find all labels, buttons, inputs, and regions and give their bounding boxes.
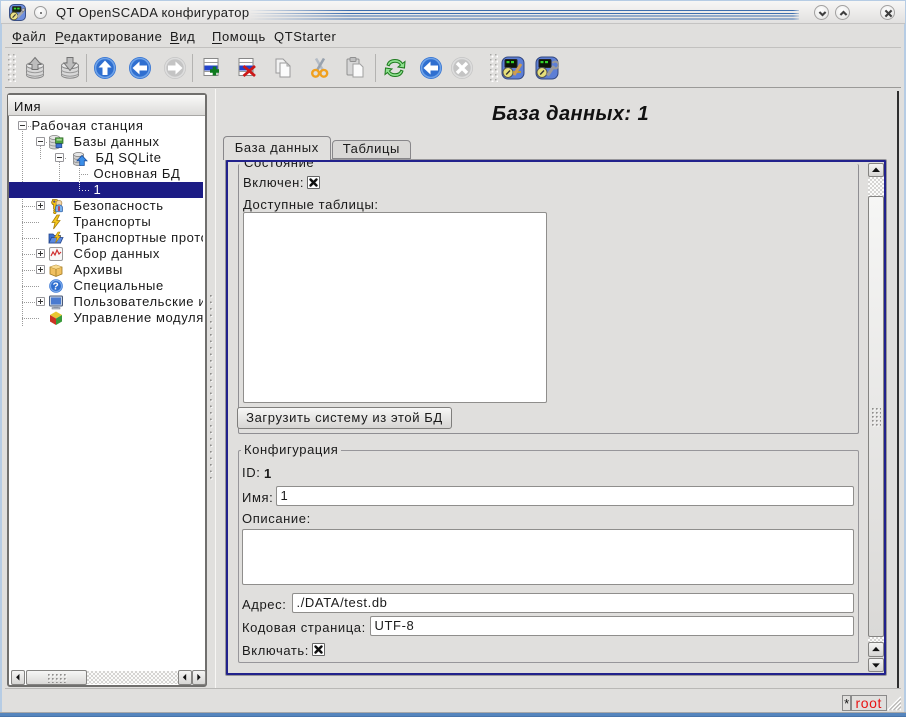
- svg-text:?: ?: [52, 282, 59, 293]
